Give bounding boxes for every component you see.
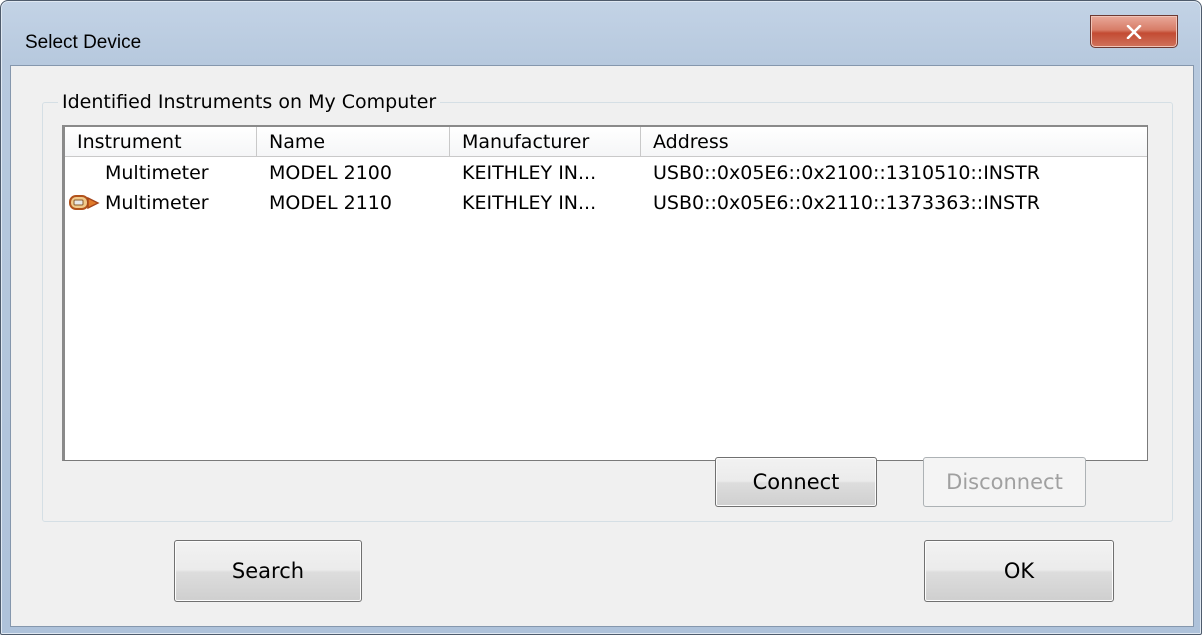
dialog-body: Identified Instruments on My Computer In…	[10, 65, 1194, 627]
close-button[interactable]	[1090, 15, 1178, 48]
cell-name: MODEL 2110	[269, 192, 392, 214]
cell-address: USB0::0x05E6::0x2110::1373363::INSTR	[653, 192, 1040, 214]
cell-name: MODEL 2100	[269, 162, 392, 184]
column-header-name[interactable]: Name	[257, 127, 450, 157]
title-bar[interactable]: Select Device	[1, 1, 1201, 65]
connect-button[interactable]: Connect	[715, 457, 877, 507]
close-icon	[1126, 24, 1142, 39]
cell-address: USB0::0x05E6::0x2100::1310510::INSTR	[653, 162, 1040, 184]
cell-manufacturer: KEITHLEY IN...	[462, 162, 597, 184]
column-header-instrument[interactable]: Instrument	[65, 127, 257, 157]
ok-button[interactable]: OK	[924, 540, 1114, 602]
cell-instrument: Multimeter	[105, 162, 209, 184]
instrument-list[interactable]: Instrument Name Manufacturer Address Mul…	[62, 125, 1148, 461]
list-item[interactable]: Multimeter MODEL 2110 KEITHLEY IN... USB…	[65, 188, 1147, 218]
list-item[interactable]: Multimeter MODEL 2100 KEITHLEY IN... USB…	[65, 158, 1147, 188]
list-header: Instrument Name Manufacturer Address	[65, 127, 1147, 157]
cell-manufacturer: KEITHLEY IN...	[462, 192, 597, 214]
disconnect-button[interactable]: Disconnect	[923, 457, 1086, 507]
select-device-window: Select Device Identified Instruments on …	[0, 0, 1202, 635]
column-header-manufacturer[interactable]: Manufacturer	[450, 127, 641, 157]
usb-plug-icon	[69, 195, 100, 210]
column-header-address[interactable]: Address	[641, 127, 1147, 157]
group-legend: Identified Instruments on My Computer	[58, 90, 441, 114]
window-title: Select Device	[25, 32, 142, 53]
search-button[interactable]: Search	[174, 540, 362, 602]
cell-instrument: Multimeter	[105, 192, 209, 214]
